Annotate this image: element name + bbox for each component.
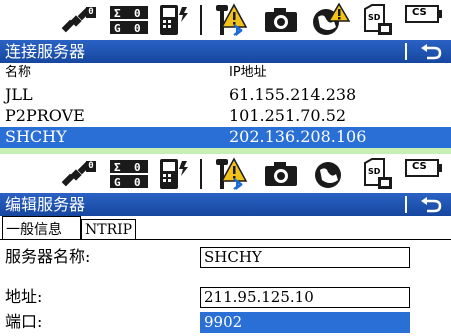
- server-name: SHCHY: [5, 127, 67, 146]
- server-row-shchy[interactable]: SHCHY 202.136.208.106: [0, 127, 451, 148]
- server-name-field[interactable]: SHCHY: [200, 247, 410, 268]
- tab-ntrip[interactable]: NTRIP: [81, 219, 136, 239]
- tab-strip: 一般信息 NTRIP: [0, 216, 451, 240]
- sigma-letter-bottom: G: [114, 176, 121, 189]
- camera-icon[interactable]: [262, 3, 300, 37]
- camera-icon[interactable]: [262, 157, 300, 191]
- status-bar: 0 Σ 0 G 0 SD CS: [0, 0, 451, 40]
- sigma-value-bottom: 0: [134, 176, 141, 189]
- status-separator: [200, 5, 202, 35]
- server-name: P2PROVE: [5, 106, 85, 125]
- cs-label: CS: [412, 7, 427, 18]
- satellite-icon[interactable]: 0: [58, 3, 100, 37]
- address-field[interactable]: 211.95.125.10: [200, 287, 410, 308]
- app-screen: 0 Σ 0 G 0 SD CS 连接服务器 名称 IP地址 JLL 61.155…: [0, 0, 451, 336]
- satellite-icon[interactable]: 0: [58, 157, 100, 191]
- sd-label: SD: [368, 13, 381, 22]
- cs-battery-icon[interactable]: CS: [404, 3, 444, 37]
- sigma-value-bottom: 0: [134, 22, 141, 35]
- status-bar: 0 Σ 0 G 0 SD CS: [0, 154, 451, 193]
- satellite-count: 0: [86, 161, 96, 172]
- sigma-value-top: 0: [134, 7, 141, 20]
- sd-label: SD: [368, 167, 381, 176]
- server-row-p2prove[interactable]: P2PROVE 101.251.70.52: [0, 106, 451, 126]
- cs-label: CS: [412, 161, 427, 172]
- sd-card-icon[interactable]: SD: [362, 157, 394, 191]
- controller-battery-icon[interactable]: [158, 3, 192, 37]
- page-title: 编辑服务器: [5, 195, 86, 214]
- satellite-count: 0: [86, 7, 96, 18]
- column-name-header: 名称: [5, 65, 32, 80]
- server-ip: 202.136.208.106: [229, 127, 367, 146]
- receiver-bluetooth-icon[interactable]: [210, 157, 248, 191]
- sigma-letter-top: Σ: [114, 161, 121, 174]
- edit-server-titlebar: 编辑服务器: [0, 193, 451, 216]
- sd-card-icon[interactable]: SD: [362, 3, 394, 37]
- globe-warning-icon[interactable]: [310, 2, 351, 37]
- address-label: 地址:: [5, 287, 43, 306]
- tab-general[interactable]: 一般信息: [2, 216, 81, 240]
- list-header: 名称 IP地址: [0, 63, 451, 83]
- back-icon[interactable]: [420, 196, 444, 213]
- sigma-letter-top: Σ: [114, 7, 121, 20]
- connect-server-titlebar: 连接服务器: [0, 40, 451, 63]
- column-ip-header: IP地址: [229, 65, 267, 80]
- server-name: JLL: [5, 85, 33, 104]
- port-label: 端口:: [5, 312, 43, 331]
- cs-battery-icon[interactable]: CS: [404, 157, 444, 191]
- titlebar-divider: [405, 43, 407, 60]
- port-field[interactable]: 9902: [200, 312, 410, 333]
- sigma-icon[interactable]: Σ 0 G 0: [108, 157, 150, 191]
- server-name-label: 服务器名称:: [5, 247, 91, 266]
- titlebar-divider: [405, 196, 407, 213]
- globe-icon[interactable]: [310, 157, 350, 191]
- page-title: 连接服务器: [5, 42, 86, 61]
- server-list: 名称 IP地址 JLL 61.155.214.238 P2PROVE 101.2…: [0, 63, 451, 148]
- sigma-letter-bottom: G: [114, 22, 121, 35]
- tab-underline: [0, 239, 451, 240]
- server-ip: 61.155.214.238: [229, 85, 357, 104]
- server-row-jll[interactable]: JLL 61.155.214.238: [0, 85, 451, 105]
- receiver-bluetooth-icon[interactable]: [210, 3, 248, 37]
- controller-battery-icon[interactable]: [158, 157, 192, 191]
- back-icon[interactable]: [420, 43, 444, 60]
- sigma-icon[interactable]: Σ 0 G 0: [108, 3, 150, 37]
- server-ip: 101.251.70.52: [229, 106, 347, 125]
- sigma-value-top: 0: [134, 161, 141, 174]
- status-separator: [200, 159, 202, 189]
